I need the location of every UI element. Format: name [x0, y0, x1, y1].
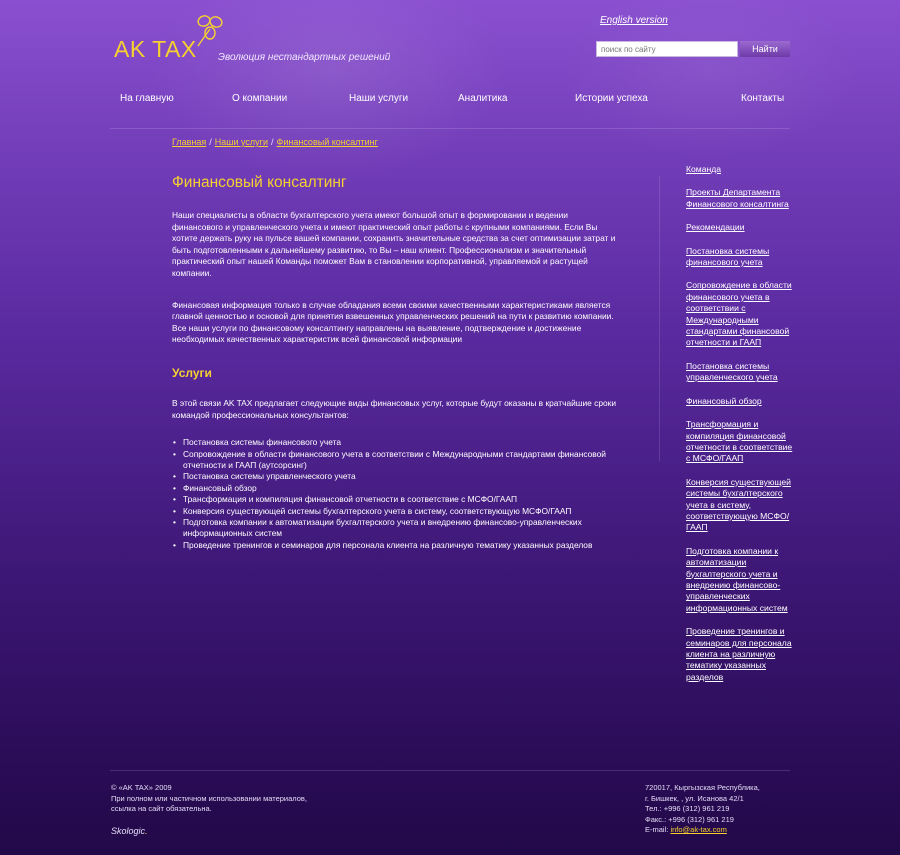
sidebar-item-conversion[interactable]: Конверсия существующей системы бухгалтер… — [686, 477, 794, 534]
email-label: E-mail: — [645, 825, 669, 835]
breadcrumb-separator: / — [209, 137, 212, 147]
breadcrumb-current[interactable]: Финансовый консалтинг — [277, 137, 378, 147]
services-heading: Услуги — [172, 365, 212, 380]
nav-success-stories[interactable]: Истории успеха — [575, 93, 648, 104]
sidebar-item-trainings[interactable]: Проведение тренингов и семинаров для пер… — [686, 626, 794, 683]
list-item: Подготовка компании к автоматизации бухг… — [172, 517, 617, 540]
footer-copyright: © «AK TAX» 2009 При полном или частичном… — [111, 783, 307, 815]
sidebar-divider — [659, 176, 660, 461]
nav-home[interactable]: На главную — [120, 93, 174, 104]
services-list: Постановка системы финансового учета Соп… — [172, 437, 617, 551]
developer-dot: . — [145, 826, 148, 836]
footer-contacts: 720017, Кыргызская Республика, г. Бишкек… — [645, 783, 760, 836]
list-item: Сопровождение в области финансового учет… — [172, 449, 617, 472]
breadcrumb-separator: / — [271, 137, 274, 147]
main-content: Финансовый консалтинг Наши специалисты в… — [172, 174, 617, 552]
search-input[interactable] — [596, 41, 738, 57]
sidebar-item-financial-accounting[interactable]: Постановка системы финансового учета — [686, 246, 794, 269]
list-item: Постановка системы управленческого учета — [172, 471, 617, 483]
nav-analytics[interactable]: Аналитика — [458, 93, 508, 104]
nav-about[interactable]: О компании — [232, 93, 287, 104]
list-item: Конверсия существующей системы бухгалтер… — [172, 506, 617, 518]
intro-paragraph: Наши специалисты в области бухгалтерског… — [172, 210, 616, 278]
sidebar-menu: Команда Проекты Департамента Финансового… — [686, 164, 794, 695]
phone-number: Тел.: +996 (312) 961 219 — [645, 804, 730, 814]
address-line: г. Бишкек, , ул. Исанова 42/1 — [645, 793, 744, 803]
services-intro: В этой связи AK TAX предлагает следующие… — [172, 397, 617, 420]
copyright-notice: При полном или частичном использовании м… — [111, 793, 307, 803]
footer-divider — [110, 770, 790, 771]
breadcrumb-home[interactable]: Главная — [172, 137, 206, 147]
email-link[interactable]: info@ak-tax.com — [670, 825, 726, 834]
developer-logo[interactable]: Skologic. — [111, 826, 148, 836]
copyright-notice: ссылка на сайт обязательна. — [111, 804, 212, 814]
search-button[interactable]: Найти — [740, 41, 790, 57]
address-line: 720017, Кыргызская Республика, — [645, 783, 760, 792]
breadcrumb: Главная / Наши услуги / Финансовый консалтин… — [172, 137, 378, 147]
page-title: Финансовый консалтинг — [172, 174, 347, 191]
sidebar-item-financial-review[interactable]: Финансовый обзор — [686, 396, 794, 407]
site-logo[interactable]: AK TAX — [114, 36, 197, 63]
list-item: Проведение тренингов и семинаров для пер… — [172, 540, 617, 552]
divider — [110, 128, 790, 129]
sidebar-item-team[interactable]: Команда — [686, 164, 794, 175]
email-row: E-mail: info@ak-tax.com — [645, 825, 760, 836]
list-item: Постановка системы финансового учета — [172, 437, 617, 449]
site-tagline: Эволюция нестандартных решений — [218, 52, 391, 63]
copyright-text: © «AK TAX» 2009 — [111, 783, 172, 792]
info-paragraph: Финансовая информация только в случае об… — [172, 299, 614, 345]
clover-logo-icon — [197, 15, 223, 47]
main-nav: На главную О компании Наши услуги Аналит… — [0, 93, 900, 107]
sidebar-item-transformation[interactable]: Трансформация и компиляция финансовой от… — [686, 419, 794, 465]
sidebar-item-automation[interactable]: Подготовка компании к автоматизации бухг… — [686, 546, 794, 614]
list-item: Финансовый обзор — [172, 483, 617, 495]
fax-number: Факс.: +996 (312) 961 219 — [645, 814, 734, 824]
nav-services[interactable]: Наши услуги — [349, 93, 408, 104]
english-version-link[interactable]: English version — [600, 15, 668, 26]
sidebar-item-management-accounting[interactable]: Постановка системы управленческого учета — [686, 361, 794, 384]
sidebar-item-recommendations[interactable]: Рекомендации — [686, 222, 794, 233]
breadcrumb-services[interactable]: Наши услуги — [215, 137, 268, 147]
developer-name: Skologic — [111, 826, 146, 836]
nav-contacts[interactable]: Контакты — [741, 93, 784, 104]
sidebar-item-support-ifrs[interactable]: Сопровождение в области финансового учет… — [686, 280, 794, 348]
sidebar-item-projects[interactable]: Проекты Департамента Финансового консалт… — [686, 187, 794, 210]
list-item: Трансформация и компиляция финансовой от… — [172, 494, 617, 506]
